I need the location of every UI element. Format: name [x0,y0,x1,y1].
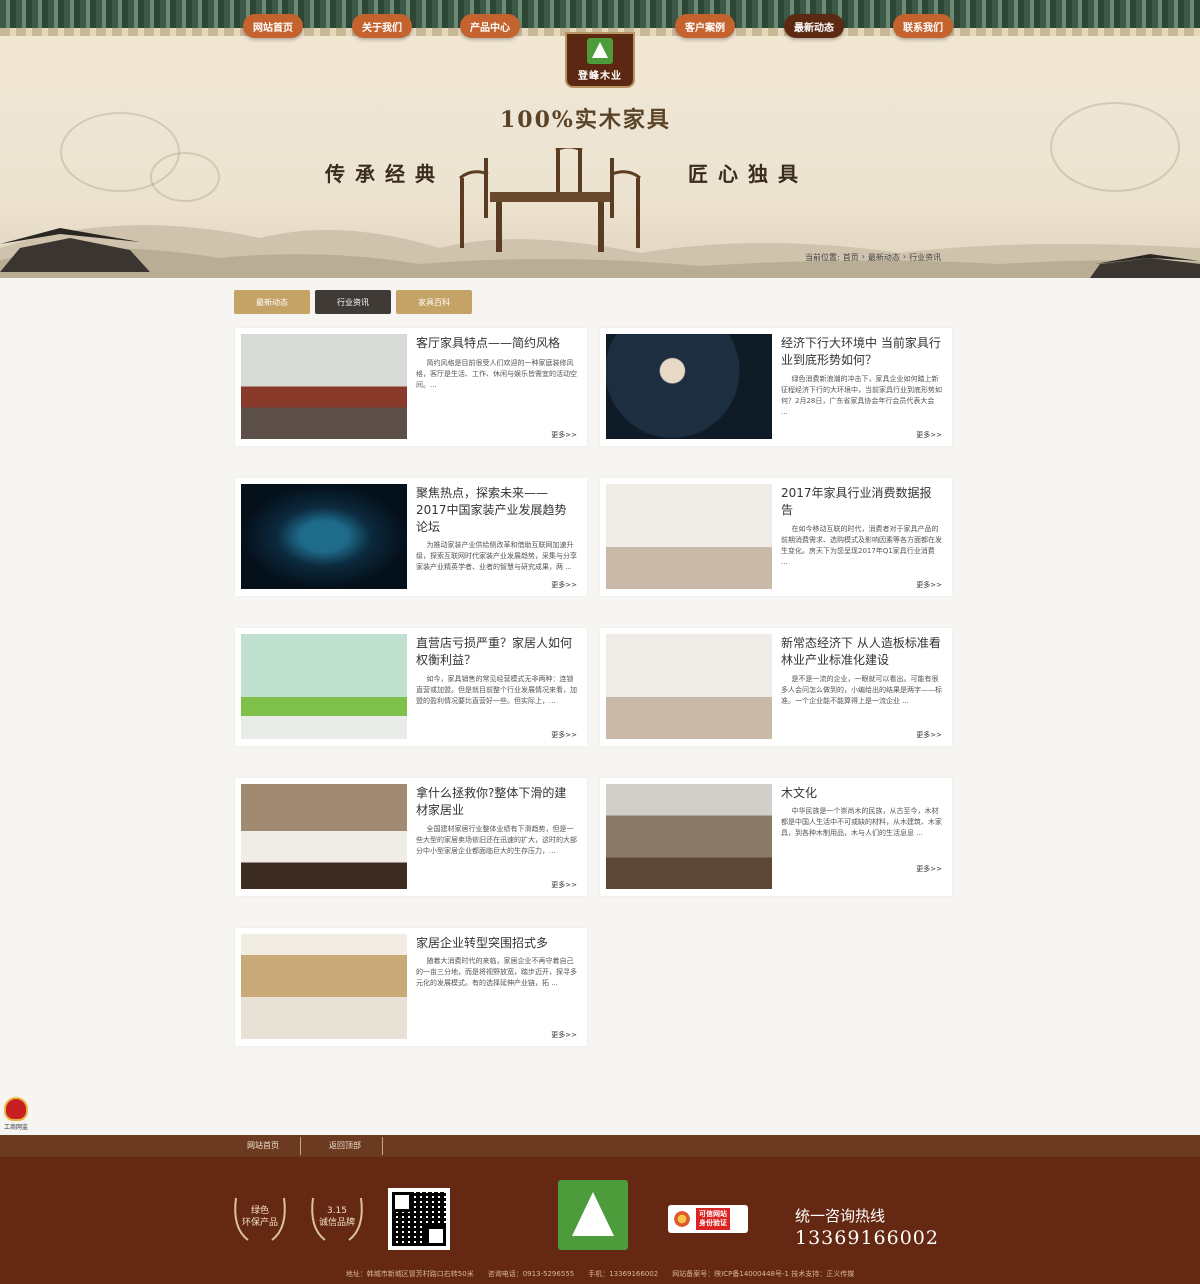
hotline-number[interactable]: 13369166002 [795,1227,939,1249]
footer-link-home[interactable]: 网站首页 [247,1140,279,1151]
banner-left-text: 传承经典 [325,162,445,186]
article-summary: 在如今移动互联的时代，消费者对于家具产品的前期消费需求、选购模式及影响因素等各方… [781,525,942,566]
article-title[interactable]: 2017年家具行业消费数据报告 [781,485,943,519]
article-summary: 是不是一流的企业，一眼就可以看出。可能有很多人会问怎么做到的，小编给出的结果是两… [781,675,942,705]
article-more-link[interactable]: 更多>> [551,580,577,590]
breadcrumb-prefix: 当前位置: [805,253,840,262]
laurel-wreath-icon [234,1197,286,1241]
article-card[interactable]: 家居企业转型突围招式多 随着大消费时代的来临，家居企业不再守着自己的一亩三分地，… [235,928,587,1046]
article-more-link[interactable]: 更多>> [551,430,577,440]
article-thumbnail[interactable] [241,784,407,889]
qr-code [388,1188,450,1250]
article-title[interactable]: 新常态经济下 从人造板标准看林业产业标准化建设 [781,635,943,669]
article-card[interactable]: 客厅家具特点——简约风格 简约风格是目前很受人们欢迎的一种家庭装修风格，客厅是生… [235,328,587,446]
footer-divider [300,1137,301,1155]
article-title[interactable]: 客厅家具特点——简约风格 [416,335,578,352]
site-logo[interactable]: 登峰木业 [565,32,635,88]
trust-seal-icon [672,1209,692,1229]
article-more-link[interactable]: 更多>> [916,730,942,740]
article-title[interactable]: 木文化 [781,785,943,802]
article-summary: 全国建材家居行业整体业绩有下滑趋势，但是一些大型的家居卖场依旧还在迅速的扩大，这… [416,825,577,855]
article-card[interactable]: 聚焦热点，探索未来——2017中国家装产业发展趋势论坛 为推动家装产业供给侧改革… [235,478,587,596]
banner-right-text: 匠心独具 [688,162,808,186]
article-thumbnail[interactable] [241,634,407,739]
hotline-label: 统一咨询热线 [795,1207,886,1225]
article-more-link[interactable]: 更多>> [916,864,942,874]
trust-line: 身份验证 [699,1219,727,1227]
breadcrumb-current: 行业资讯 [909,253,942,262]
article-summary: 为推动家装产业供给侧改革和借助互联网加速升级，探索互联网时代家装产业发展趋势，采… [416,541,577,571]
article-summary: 中华民族是一个崇尚木的民族，从古至今，木材都是中国人生活中不可或缺的材料，从木建… [781,807,942,837]
breadcrumb: 当前位置: 首页 › 最新动态 › 行业资讯 [805,252,941,263]
nav-cases[interactable]: 客户案例 [675,14,735,38]
article-thumbnail[interactable] [241,484,407,589]
gov-badge-label: 工商网监 [3,1124,28,1131]
article-title[interactable]: 聚焦热点，探索未来——2017中国家装产业发展趋势论坛 [416,485,578,536]
article-summary: 简约风格是目前很受人们欢迎的一种家庭装修风格，客厅是生活、工作、休闲与娱乐皆需宜… [416,359,577,389]
article-more-link[interactable]: 更多>> [551,1030,577,1040]
article-title[interactable]: 家居企业转型突围招式多 [416,935,578,952]
breadcrumb-separator: › [861,252,865,261]
hero-banner: 100%实木家具 传承经典 匠心独具 当前位置: 首页 › 最新动态 › 行业资… [0,92,1200,278]
tab-industry-news[interactable]: 行业资讯 [315,290,391,314]
article-summary: 绿色消费新浪潮的冲击下，家具企业如何踏上新征程经济下行的大环境中，当前家具行业到… [781,375,942,416]
article-card[interactable]: 经济下行大环境中 当前家具行业到底形势如何？ 绿色消费新浪潮的冲击下，家具企业如… [600,328,952,446]
laurel-wreath-icon [311,1197,363,1241]
article-card[interactable]: 直营店亏损严重？家居人如何权衡利益？ 如今，家具销售的常见经营模式无非两种：连锁… [235,628,587,746]
footer-divider [382,1137,383,1155]
nav-products[interactable]: 产品中心 [460,14,520,38]
footer-link-top[interactable]: 返回顶部 [329,1140,361,1151]
article-title[interactable]: 拿什么拯救你?整体下滑的建材家居业 [416,785,578,819]
shield-icon [4,1097,28,1121]
nav-home[interactable]: 网站首页 [243,14,303,38]
article-thumbnail[interactable] [606,334,772,439]
footer-logo-icon[interactable] [558,1180,628,1250]
nav-news[interactable]: 最新动态 [784,14,844,38]
qr-code-icon [392,1192,446,1246]
article-more-link[interactable]: 更多>> [916,580,942,590]
article-card[interactable]: 拿什么拯救你?整体下滑的建材家居业 全国建材家居行业整体业绩有下滑趋势，但是一些… [235,778,587,896]
article-more-link[interactable]: 更多>> [551,880,577,890]
gov-supervision-badge[interactable]: 工商网监 [2,1097,30,1131]
article-thumbnail[interactable] [241,934,407,1039]
cloud-swirl-decoration [1050,102,1180,192]
article-thumbnail[interactable] [606,784,772,889]
banner-slogan: 100%实木家具 [500,107,671,133]
footer-link-bar [0,1135,1200,1157]
article-title[interactable]: 直营店亏损严重？家居人如何权衡利益？ [416,635,578,669]
article-card[interactable]: 2017年家具行业消费数据报告 在如今移动互联的时代，消费者对于家具产品的前期消… [600,478,952,596]
nav-about[interactable]: 关于我们 [352,14,412,38]
article-thumbnail[interactable] [606,484,772,589]
footer-address: 地址：韩城市新城区冒芳村路口右转50米 咨询电话：0913-5296555 手机… [345,1270,855,1278]
article-summary: 随着大消费时代的来临，家居企业不再守着自己的一亩三分地，而是将视野放宽，踏步迈开… [416,957,577,987]
tab-furniture-encyclopedia[interactable]: 家具百科 [396,290,472,314]
article-summary: 如今，家具销售的常见经营模式无非两种：连锁直营或加盟。但是就目前整个行业发展情况… [416,675,577,705]
article-thumbnail[interactable] [241,334,407,439]
breadcrumb-separator: › [902,252,907,261]
breadcrumb-news[interactable]: 最新动态 [868,252,900,263]
logo-mark-icon [587,38,613,64]
green-product-badge: 绿色 环保产品 [228,1188,292,1246]
trust-line: 可信网站 [699,1210,727,1218]
article-thumbnail[interactable] [606,634,772,739]
trust-label: 可信网站 身份验证 [696,1208,730,1230]
cloud-swirl-decoration [150,152,220,202]
article-more-link[interactable]: 更多>> [551,730,577,740]
tab-latest-news[interactable]: 最新动态 [234,290,310,314]
trusted-site-badge[interactable]: 可信网站 身份验证 [668,1205,748,1233]
breadcrumb-home[interactable]: 首页 [843,252,859,263]
wooden-table-set-illustration [459,148,641,252]
article-title[interactable]: 经济下行大环境中 当前家具行业到底形势如何？ [781,335,943,369]
integrity-brand-badge: 3.15 诚信品牌 [305,1188,369,1246]
article-card[interactable]: 新常态经济下 从人造板标准看林业产业标准化建设 是不是一流的企业，一眼就可以看出… [600,628,952,746]
article-more-link[interactable]: 更多>> [916,430,942,440]
article-card[interactable]: 木文化 中华民族是一个崇尚木的民族，从古至今，木材都是中国人生活中不可或缺的材料… [600,778,952,896]
logo-text: 登峰木业 [578,71,622,82]
nav-contact[interactable]: 联系我们 [893,14,953,38]
roof-tile-border [0,0,1200,38]
